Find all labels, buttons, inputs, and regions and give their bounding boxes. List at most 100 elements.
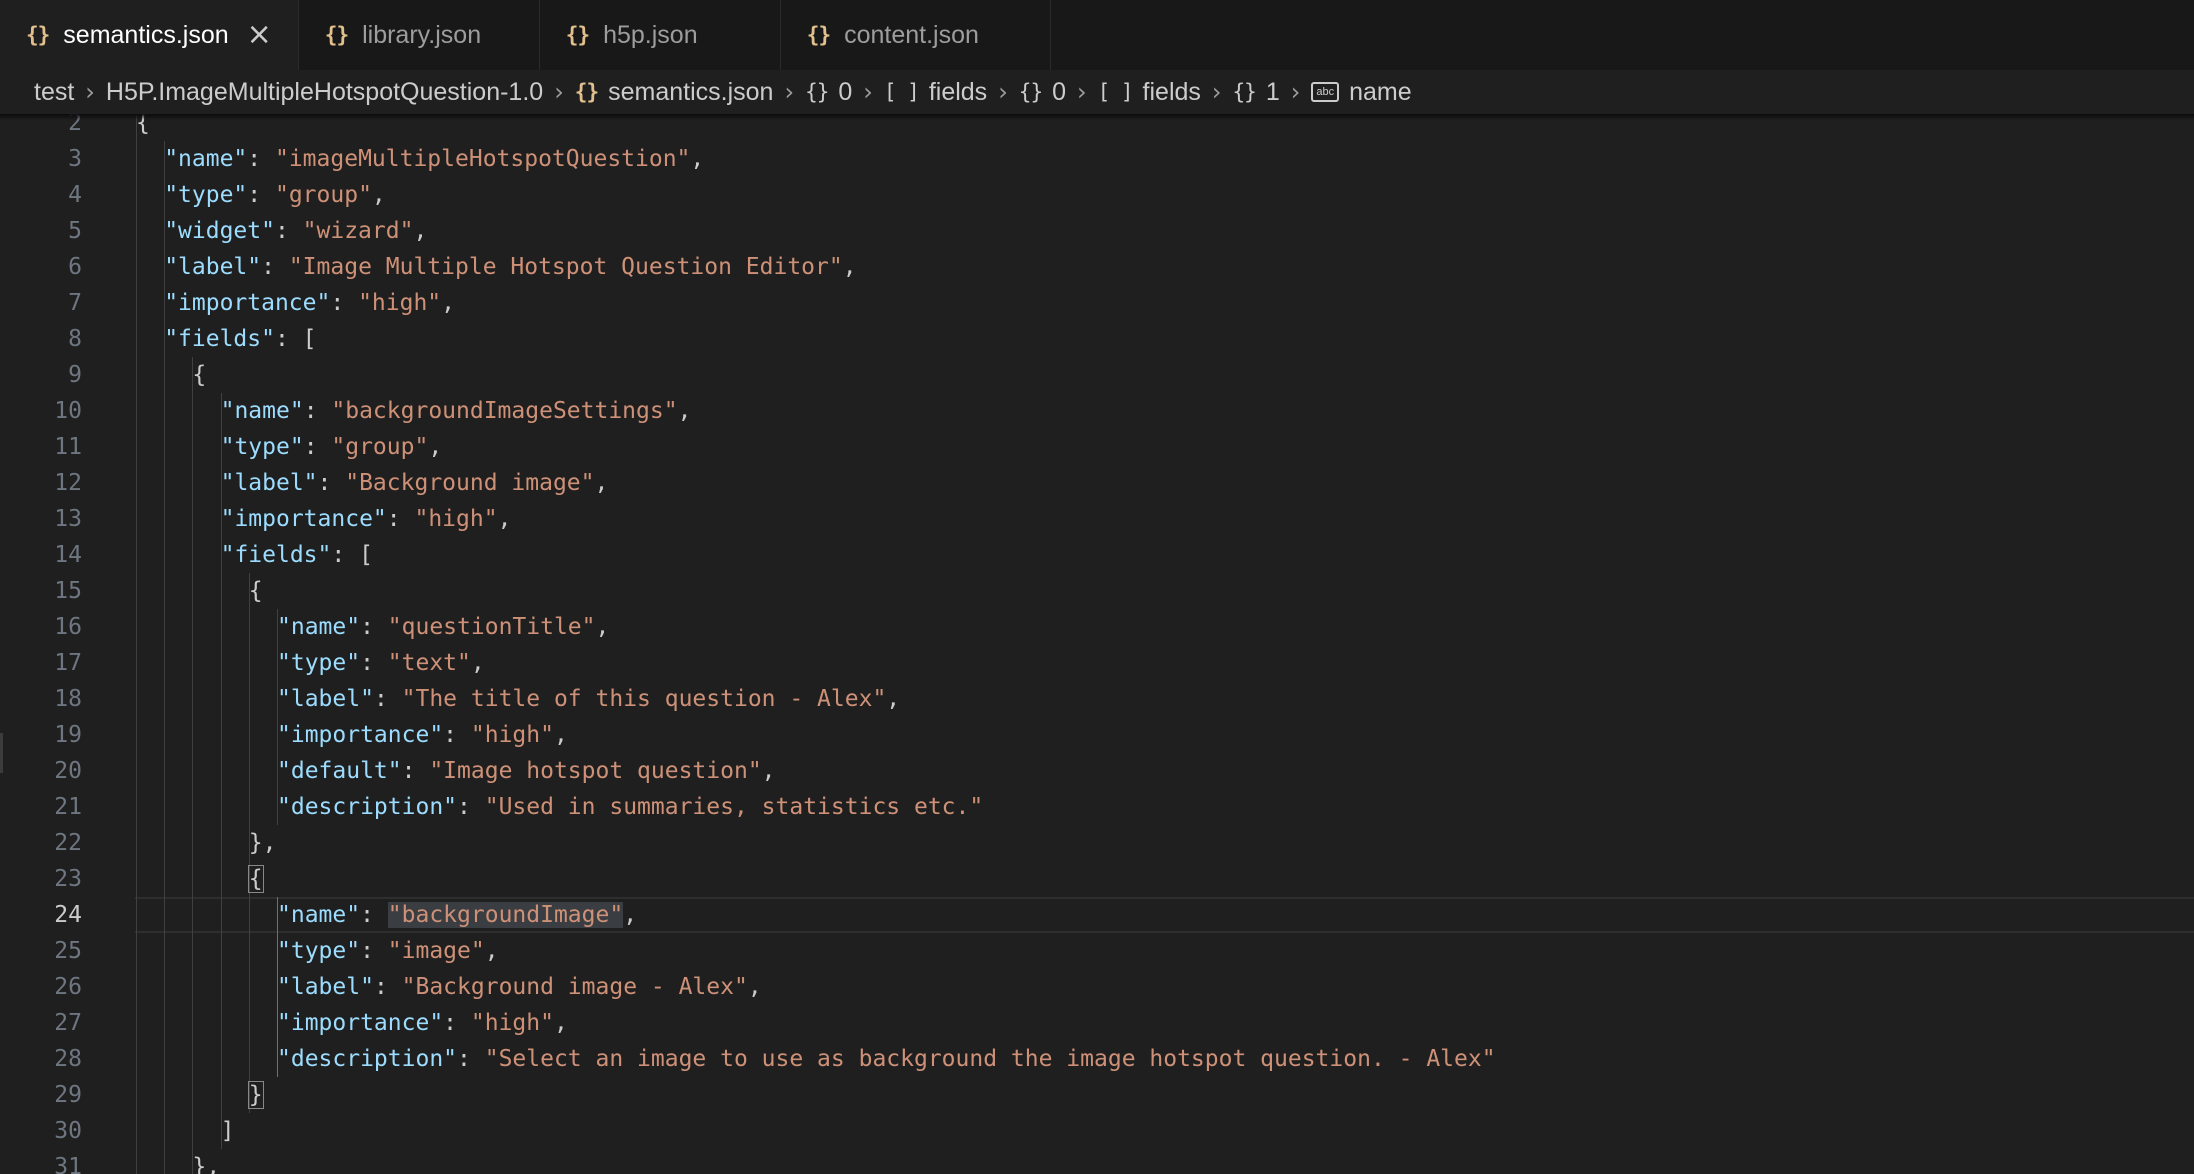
- selected-string: "backgroundImage": [387, 902, 624, 928]
- code-line[interactable]: 31},: [0, 1149, 2194, 1174]
- indent-guide: [136, 285, 137, 321]
- json-punctuation: ,: [623, 902, 638, 928]
- code-line[interactable]: 9{: [0, 357, 2194, 393]
- indent-guide: [136, 645, 137, 681]
- code-line[interactable]: 4 "type": "group",: [0, 177, 2194, 213]
- indent-guide: [136, 429, 137, 465]
- code-line[interactable]: 24 "name": "backgroundImage",: [0, 897, 2194, 933]
- code-line[interactable]: 23 {: [0, 861, 2194, 897]
- breadcrumb-item-test[interactable]: test: [34, 78, 74, 107]
- json-punctuation: ,: [413, 218, 428, 244]
- bracket-match: {: [247, 865, 264, 893]
- indent-guide: [164, 1005, 166, 1041]
- code-line[interactable]: 17 "type": "text",: [0, 645, 2194, 681]
- code-line[interactable]: 27 "importance": "high",: [0, 1005, 2194, 1041]
- breadcrumb-item-folder[interactable]: H5P.ImageMultipleHotspotQuestion-1.0: [106, 78, 543, 107]
- code-line[interactable]: 16 "name": "questionTitle",: [0, 609, 2194, 645]
- code-line[interactable]: 22},: [0, 825, 2194, 861]
- tab-semantics-json[interactable]: {} semantics.json ×: [0, 0, 299, 70]
- indent-guide: [192, 789, 194, 825]
- json-punctuation: :: [274, 218, 303, 244]
- code-line[interactable]: 11 "type": "group",: [0, 429, 2194, 465]
- indent-guide: [192, 573, 194, 609]
- code-editor[interactable]: 2{3 "name": "imageMultipleHotspotQuestion…: [0, 114, 2194, 1174]
- json-key: "name": [164, 146, 248, 172]
- tab-label: content.json: [844, 20, 979, 49]
- code-line[interactable]: 12 "label": "Background image",: [0, 465, 2194, 501]
- close-icon[interactable]: ×: [247, 20, 272, 50]
- indent-guide: [220, 1041, 222, 1077]
- code-line[interactable]: 15 {: [0, 573, 2194, 609]
- code-line[interactable]: 26 "label": "Background image - Alex",: [0, 969, 2194, 1005]
- line-number: 4: [68, 182, 82, 208]
- json-punctuation: :: [317, 470, 346, 496]
- code-line[interactable]: 6 "label": "Image Multiple Hotspot Questi…: [0, 249, 2194, 285]
- code-text: "type": "image",: [277, 933, 499, 969]
- code-text: "description": "Used in summaries, stati…: [277, 789, 983, 825]
- json-punctuation: ,: [428, 434, 443, 460]
- tab-h5p-json[interactable]: {} h5p.json: [539, 0, 781, 70]
- string-icon: abc: [1311, 82, 1340, 102]
- code-line[interactable]: 30]: [0, 1113, 2194, 1149]
- code-text: "importance": "high",: [221, 501, 512, 537]
- json-key: "type": [220, 434, 304, 460]
- breadcrumb-item-object-0[interactable]: {} 0: [805, 78, 852, 107]
- code-line[interactable]: 19 "importance": "high",: [0, 717, 2194, 753]
- breadcrumb-item-file[interactable]: {} semantics.json: [575, 78, 774, 107]
- line-number: 7: [68, 290, 82, 316]
- indent-guide: [164, 1077, 166, 1113]
- code-text: "name": "backgroundImage",: [277, 897, 637, 933]
- code-line[interactable]: 10 "name": "backgroundImageSettings",: [0, 393, 2194, 429]
- indent-guide: [136, 573, 137, 609]
- breadcrumb-item-name[interactable]: abc name: [1311, 78, 1412, 107]
- indent-guide: [136, 969, 137, 1005]
- indent-guide: [220, 645, 222, 681]
- code-line[interactable]: 18 "label": "The title of this question -…: [0, 681, 2194, 717]
- code-line[interactable]: 7 "importance": "high",: [0, 285, 2194, 321]
- breadcrumb-item-object-1[interactable]: {} 1: [1233, 78, 1280, 107]
- json-string: "image": [387, 938, 485, 964]
- indent-guide: [220, 1077, 222, 1113]
- code-line[interactable]: 29}: [0, 1077, 2194, 1113]
- indent-guide: [136, 177, 137, 213]
- code-line[interactable]: 20 "default": "Image hotspot question",: [0, 753, 2194, 789]
- bracket-match: }: [247, 1081, 264, 1109]
- indent-guide: [220, 933, 222, 969]
- chevron-right-icon: ›: [1211, 78, 1222, 106]
- tab-library-json[interactable]: {} library.json: [298, 0, 540, 70]
- breadcrumb-item-object-0b[interactable]: {} 0: [1019, 78, 1066, 107]
- code-line[interactable]: 25 "type": "image",: [0, 933, 2194, 969]
- json-punctuation: ,: [690, 146, 705, 172]
- breadcrumb: test › H5P.ImageMultipleHotspotQuestion-…: [0, 70, 2194, 114]
- code-line[interactable]: 28 "description": "Select an image to use…: [0, 1041, 2194, 1077]
- indent-guide: [220, 609, 222, 645]
- indent-guide: [164, 501, 166, 537]
- json-string: "high": [358, 290, 442, 316]
- json-punctuation: ,: [441, 290, 456, 316]
- code-line[interactable]: 14 "fields": [: [0, 537, 2194, 573]
- json-punctuation: {: [192, 362, 207, 388]
- json-punctuation: :: [373, 974, 402, 1000]
- indent-guide: [192, 1041, 194, 1077]
- breadcrumb-item-fields[interactable]: [ ] fields: [884, 78, 987, 107]
- indent-guide: [192, 825, 194, 861]
- breadcrumb-item-fields-b[interactable]: [ ] fields: [1098, 78, 1201, 107]
- json-key: "importance": [164, 290, 331, 316]
- json-punctuation: :: [457, 794, 485, 820]
- json-key: "label": [277, 974, 374, 1000]
- code-line[interactable]: 13 "importance": "high",: [0, 501, 2194, 537]
- json-punctuation: :: [330, 290, 359, 316]
- code-text: "type": "group",: [164, 177, 386, 213]
- tab-content-json[interactable]: {} content.json: [780, 0, 1051, 70]
- code-line[interactable]: 5 "widget": "wizard",: [0, 213, 2194, 249]
- code-line[interactable]: 21 "description": "Used in summaries, sta…: [0, 789, 2194, 825]
- code-line[interactable]: 8 "fields": [: [0, 321, 2194, 357]
- json-punctuation: ,: [842, 254, 857, 280]
- line-number: 24: [54, 902, 82, 928]
- indent-guide: [164, 465, 166, 501]
- indent-guide: [248, 681, 250, 717]
- json-key: "label": [220, 470, 318, 496]
- line-number: 28: [54, 1046, 82, 1072]
- code-line[interactable]: 3 "name": "imageMultipleHotspotQuestion",: [0, 141, 2194, 177]
- indent-guide: [164, 969, 166, 1005]
